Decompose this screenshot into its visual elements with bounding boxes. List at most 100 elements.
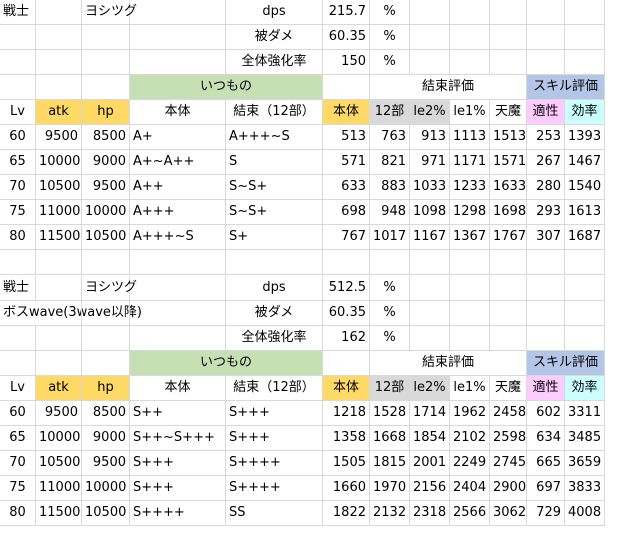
table-cell[interactable]: 1815 <box>370 451 410 476</box>
info-cell[interactable]: % <box>370 0 410 25</box>
empty-cell[interactable] <box>0 351 36 376</box>
table-cell[interactable]: 2318 <box>410 501 450 526</box>
table-cell[interactable]: 70 <box>0 175 36 200</box>
info-cell[interactable]: 60.35 <box>323 25 370 50</box>
empty-cell[interactable] <box>410 25 450 50</box>
info-cell[interactable]: % <box>370 301 410 326</box>
table-cell[interactable]: 1687 <box>565 225 605 250</box>
table-cell[interactable]: 1540 <box>565 175 605 200</box>
table-cell[interactable]: 2102 <box>450 426 490 451</box>
table-cell[interactable]: 763 <box>370 125 410 150</box>
info-cell[interactable]: ヨシツグ <box>82 0 137 25</box>
table-cell[interactable]: 10000 <box>36 150 82 175</box>
table-cell[interactable]: 9000 <box>82 426 130 451</box>
table-cell[interactable]: 821 <box>370 150 410 175</box>
table-cell[interactable]: 1467 <box>565 150 605 175</box>
table-cell[interactable]: 697 <box>527 476 565 501</box>
empty-cell[interactable] <box>527 326 565 351</box>
table-cell[interactable]: 3062 <box>490 501 527 526</box>
table-cell[interactable]: 1393 <box>565 125 605 150</box>
table-cell[interactable]: S++++ <box>130 501 226 526</box>
table-cell[interactable]: 1513 <box>490 125 527 150</box>
empty-cell[interactable] <box>130 250 226 275</box>
empty-cell[interactable] <box>410 50 450 75</box>
column-header[interactable]: 適性 <box>527 100 565 125</box>
table-cell[interactable]: 1113 <box>450 125 490 150</box>
table-cell[interactable]: 3311 <box>565 401 605 426</box>
table-cell[interactable]: 1962 <box>450 401 490 426</box>
table-cell[interactable]: 10000 <box>36 426 82 451</box>
info-cell[interactable]: dps <box>226 276 323 301</box>
column-header[interactable]: 本体 <box>130 100 226 125</box>
info-cell[interactable] <box>130 276 226 301</box>
column-header[interactable]: 天魔 <box>490 100 527 125</box>
empty-cell[interactable] <box>410 0 450 25</box>
column-header[interactable]: 結束（12部） <box>226 100 323 125</box>
info-cell[interactable]: dps <box>226 0 323 25</box>
table-cell[interactable]: 1668 <box>370 426 410 451</box>
table-cell[interactable]: 293 <box>527 200 565 225</box>
table-cell[interactable]: 1098 <box>410 200 450 225</box>
table-cell[interactable]: 10000 <box>82 476 130 501</box>
table-cell[interactable]: 75 <box>0 476 36 501</box>
table-cell[interactable]: 571 <box>323 150 370 175</box>
info-cell[interactable] <box>130 25 226 50</box>
table-cell[interactable]: 633 <box>323 175 370 200</box>
info-cell[interactable]: 60.35 <box>323 301 370 326</box>
table-cell[interactable]: 1033 <box>410 175 450 200</box>
empty-cell[interactable] <box>565 50 605 75</box>
table-cell[interactable]: 2566 <box>450 501 490 526</box>
table-cell[interactable]: 1571 <box>490 150 527 175</box>
empty-cell[interactable] <box>490 326 527 351</box>
column-header[interactable]: hp <box>82 376 130 401</box>
table-cell[interactable]: S+++ <box>130 476 226 501</box>
table-cell[interactable]: 9500 <box>82 175 130 200</box>
table-cell[interactable]: S+ <box>226 225 323 250</box>
group-header-skill[interactable]: スキル評価 <box>527 75 605 100</box>
empty-cell[interactable] <box>323 75 370 100</box>
table-cell[interactable]: 8500 <box>82 401 130 426</box>
info-cell[interactable] <box>130 301 226 326</box>
info-cell[interactable]: % <box>370 25 410 50</box>
info-cell[interactable] <box>0 25 36 50</box>
table-cell[interactable]: S+++ <box>226 401 323 426</box>
table-cell[interactable]: 70 <box>0 451 36 476</box>
empty-cell[interactable] <box>527 25 565 50</box>
info-cell[interactable]: 被ダメ <box>226 301 323 326</box>
info-cell[interactable]: 全体強化率 <box>226 50 323 75</box>
info-cell[interactable] <box>0 326 36 351</box>
table-cell[interactable]: 253 <box>527 125 565 150</box>
column-header[interactable]: 適性 <box>527 376 565 401</box>
group-header-kessoku[interactable]: 結束評価 <box>370 75 527 100</box>
info-cell[interactable] <box>36 326 82 351</box>
column-header[interactable]: le1% <box>450 376 490 401</box>
table-cell[interactable]: 2249 <box>450 451 490 476</box>
table-cell[interactable]: 1298 <box>450 200 490 225</box>
empty-cell[interactable] <box>450 50 490 75</box>
table-cell[interactable]: 883 <box>370 175 410 200</box>
empty-cell[interactable] <box>490 25 527 50</box>
empty-cell[interactable] <box>565 250 605 275</box>
table-cell[interactable]: SS <box>226 501 323 526</box>
info-cell[interactable] <box>82 301 130 326</box>
table-cell[interactable]: 1822 <box>323 501 370 526</box>
table-cell[interactable]: 1367 <box>450 225 490 250</box>
empty-cell[interactable] <box>490 0 527 25</box>
info-cell[interactable] <box>82 50 130 75</box>
empty-cell[interactable] <box>527 0 565 25</box>
table-cell[interactable]: 1358 <box>323 426 370 451</box>
table-cell[interactable]: A+++~S <box>130 225 226 250</box>
table-cell[interactable]: 1854 <box>410 426 450 451</box>
empty-cell[interactable] <box>82 250 130 275</box>
info-cell[interactable]: 150 <box>323 50 370 75</box>
table-cell[interactable]: 80 <box>0 225 36 250</box>
empty-cell[interactable] <box>565 0 605 25</box>
empty-cell[interactable] <box>410 301 450 326</box>
column-header[interactable]: le2% <box>410 100 450 125</box>
table-cell[interactable]: 2900 <box>490 476 527 501</box>
empty-cell[interactable] <box>527 50 565 75</box>
table-cell[interactable]: 1171 <box>450 150 490 175</box>
info-cell[interactable]: 512.5 <box>323 276 370 301</box>
table-cell[interactable]: A++ <box>130 175 226 200</box>
group-header-skill[interactable]: スキル評価 <box>527 351 605 376</box>
